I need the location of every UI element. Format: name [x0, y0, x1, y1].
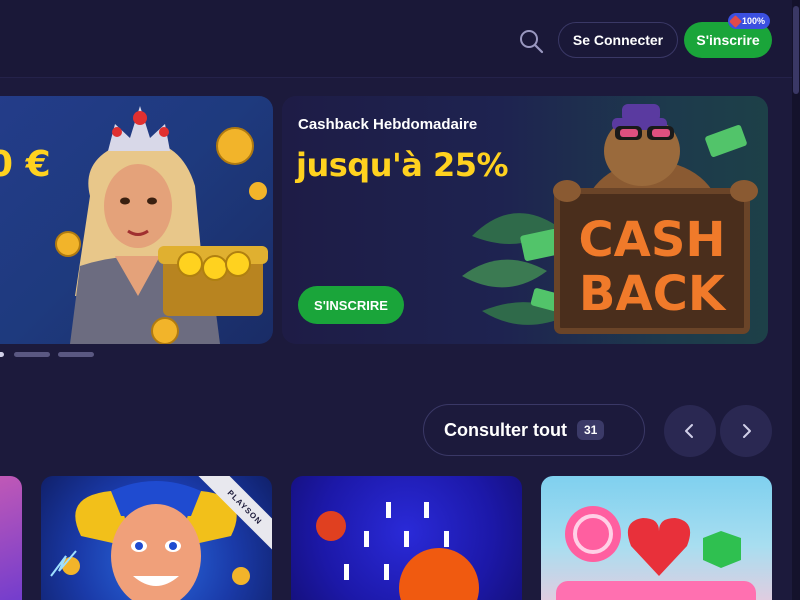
gem-icon [729, 14, 742, 28]
bonus-badge: 100% [728, 13, 771, 29]
cashback-sign-line2: BACK [579, 266, 727, 322]
carousel-prev-button[interactable] [664, 405, 716, 457]
ball-game-artwork [316, 502, 479, 600]
cashback-sign-line1: CASH [578, 212, 725, 268]
see-all-count: 31 [577, 420, 605, 440]
chevron-left-icon [685, 424, 693, 438]
search-button[interactable] [516, 26, 546, 56]
game-tile-partial[interactable] [0, 476, 22, 600]
carousel-next-button[interactable] [720, 405, 772, 457]
sweets-game-artwork [556, 506, 756, 600]
top-header: Se Connecter S'inscrire 100% [0, 0, 792, 78]
promo-banner-cashback[interactable]: CASH BACK Cashback Hebdomadaire jusqu'à … [282, 96, 768, 344]
carousel-dot-1[interactable] [0, 352, 4, 357]
carousel-dot-2[interactable] [14, 352, 50, 357]
game-tile-jester[interactable]: PLAYSON [41, 476, 272, 600]
search-icon [520, 30, 544, 54]
promo-signup-button[interactable]: S'INSCRIRE [298, 286, 404, 324]
queen-character-illustration [55, 106, 268, 344]
carousel-dot-3[interactable] [58, 352, 94, 357]
promo-banner-previous[interactable]: 0 € [0, 96, 273, 344]
promo-subtitle: Cashback Hebdomadaire [298, 116, 478, 133]
scrollbar-thumb[interactable] [793, 6, 799, 94]
game-tile-ball[interactable] [291, 476, 522, 600]
login-button[interactable]: Se Connecter [558, 22, 678, 58]
promo-title: jusqu'à 25% [296, 146, 509, 184]
see-all-button[interactable]: Consulter tout 31 [423, 404, 645, 456]
chevron-right-icon [743, 424, 751, 438]
game-tile-sweets[interactable] [541, 476, 772, 600]
bonus-badge-text: 100% [742, 16, 766, 26]
see-all-label: Consulter tout [444, 419, 567, 440]
